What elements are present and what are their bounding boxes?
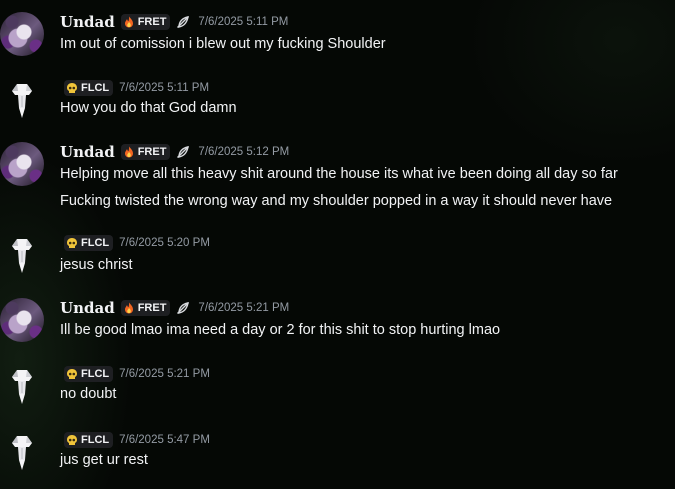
tag-label: FRET — [137, 146, 167, 158]
white-tower-icon — [12, 84, 32, 118]
skull-icon — [67, 369, 77, 379]
tag-label: FLCL — [81, 434, 110, 446]
guild-tag[interactable]: FLCL — [64, 432, 114, 448]
timestamp: 7/6/2025 5:12 PM — [198, 146, 290, 158]
message-text: no doubt — [60, 386, 117, 402]
tag-label: FLCL — [81, 368, 110, 380]
message-header: FLCL 7/6/2025 5:21 PM — [60, 364, 210, 384]
message-text: Helping move all this heavy shit around … — [60, 166, 618, 182]
avatar[interactable] — [0, 142, 44, 186]
guild-tag[interactable]: FRET — [120, 144, 171, 160]
avatar[interactable] — [0, 364, 44, 408]
username[interactable]: Undad — [60, 299, 115, 317]
message-header: Undad FRET 7/6/2025 5:11 PM — [60, 12, 288, 32]
white-tower-icon — [12, 436, 32, 470]
timestamp: 7/6/2025 5:21 PM — [119, 368, 210, 380]
tag-label: FRET — [137, 302, 167, 314]
skull-icon — [67, 435, 77, 445]
message-text: jus get ur rest — [60, 452, 148, 468]
message-text: How you do that God damn — [60, 100, 237, 116]
message-text: jesus christ — [60, 257, 133, 273]
avatar[interactable] — [0, 298, 44, 342]
message-header: Undad FRET 7/6/2025 5:12 PM — [60, 142, 289, 162]
tag-label: FLCL — [81, 82, 110, 94]
slash-leaf-icon — [177, 146, 190, 158]
avatar[interactable] — [0, 233, 44, 277]
timestamp: 7/6/2025 5:21 PM — [198, 302, 290, 314]
message-header: Undad FRET 7/6/2025 5:21 PM — [60, 298, 289, 318]
tag-label: FLCL — [81, 237, 110, 249]
skull-icon — [67, 83, 77, 93]
slash-leaf-icon — [177, 302, 190, 314]
timestamp: 7/6/2025 5:20 PM — [119, 237, 210, 249]
message-header: FLCL 7/6/2025 5:20 PM — [60, 233, 210, 253]
slash-leaf-icon — [177, 16, 190, 28]
guild-tag[interactable]: FLCL — [64, 366, 114, 382]
guild-tag[interactable]: FRET — [120, 14, 171, 30]
timestamp: 7/6/2025 5:11 PM — [198, 16, 289, 28]
username[interactable]: Undad — [60, 13, 115, 31]
fire-icon — [124, 16, 133, 28]
white-tower-icon — [12, 239, 32, 273]
white-tower-icon — [12, 370, 32, 404]
message-text: Ill be good lmao ima need a day or 2 for… — [60, 322, 501, 338]
message-header: FLCL 7/6/2025 5:47 PM — [60, 430, 210, 450]
tag-label: FRET — [137, 16, 167, 28]
avatar[interactable] — [0, 78, 44, 122]
guild-tag[interactable]: FLCL — [64, 235, 114, 251]
chat-log: Undad FRET 7/6/2025 5:11 PM Im out of co… — [0, 0, 675, 489]
message-header: FLCL 7/6/2025 5:11 PM — [60, 78, 209, 98]
avatar[interactable] — [0, 12, 44, 56]
timestamp: 7/6/2025 5:11 PM — [119, 82, 210, 94]
fire-icon — [124, 146, 133, 158]
guild-tag[interactable]: FLCL — [64, 80, 114, 96]
message-text: Im out of comission i blew out my fuckin… — [60, 36, 386, 52]
timestamp: 7/6/2025 5:47 PM — [119, 434, 210, 446]
message-text: Fucking twisted the wrong way and my sho… — [60, 193, 613, 209]
fire-icon — [124, 302, 133, 314]
skull-icon — [67, 238, 77, 248]
avatar[interactable] — [0, 430, 44, 474]
guild-tag[interactable]: FRET — [120, 300, 171, 316]
username[interactable]: Undad — [60, 143, 115, 161]
